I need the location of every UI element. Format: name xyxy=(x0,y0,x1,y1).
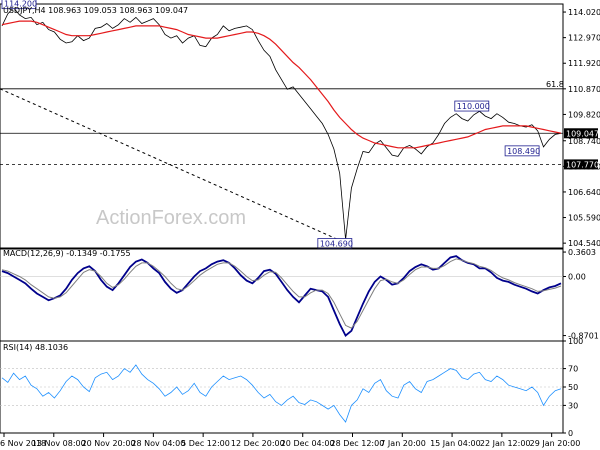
x-tick-label: 28 Dec 12:00 xyxy=(331,439,385,448)
rsi-tick-label: 30 xyxy=(568,401,578,410)
price-annotation-label: 108.490 xyxy=(507,147,540,156)
level-price-label: 107.770 xyxy=(566,160,599,169)
x-tick-label: 20 Nov 20:00 xyxy=(82,439,136,448)
x-tick-label: 15 Jan 04:00 xyxy=(430,439,481,448)
chart: 114.020112.970111.920110.870109.820108.7… xyxy=(0,0,600,450)
x-tick-label: 12 Dec 20:00 xyxy=(231,439,285,448)
price-tick-label: 109.820 xyxy=(568,110,600,119)
price-tick-label: 114.020 xyxy=(568,8,600,17)
rsi-tick-label: 0 xyxy=(568,429,573,438)
rsi-tick-label: 70 xyxy=(568,365,578,374)
x-tick-label: 22 Jan 12:00 xyxy=(480,439,531,448)
price-panel-header: USDJPY,H4 108.963 109.053 108.963 109.04… xyxy=(3,6,188,15)
macd-tick-label: 0.3603 xyxy=(568,248,596,257)
price-annotation-label: 110.000 xyxy=(457,102,490,111)
x-tick-label: 7 Jan 20:00 xyxy=(380,439,426,448)
price-tick-label: 105.590 xyxy=(568,214,600,223)
x-tick-label: 13 Nov 08:00 xyxy=(32,439,86,448)
watermark: ActionForex.com xyxy=(96,207,246,229)
x-tick-label: 20 Dec 04:00 xyxy=(281,439,335,448)
x-tick-label: 29 Jan 20:00 xyxy=(530,439,581,448)
price-tick-label: 106.640 xyxy=(568,188,600,197)
chart-background xyxy=(0,0,600,450)
macd-panel-header: MACD(12,26,9) -0.1349 -0.1755 xyxy=(3,249,131,258)
price-tick-label: 104.540 xyxy=(568,239,600,248)
rsi-tick-label: 50 xyxy=(568,383,578,392)
rsi-tick-label: 100 xyxy=(568,337,583,346)
rsi-panel-header: RSI(14) 48.1036 xyxy=(3,343,68,352)
price-tick-label: 111.920 xyxy=(568,59,600,68)
fibonacci-label: 61.8 xyxy=(546,80,564,89)
x-tick-label: 28 Nov 04:00 xyxy=(131,439,185,448)
price-tick-label: 112.970 xyxy=(568,34,600,43)
macd-tick-label: 0.00 xyxy=(568,273,586,282)
price-tick-label: 110.870 xyxy=(568,85,600,94)
x-tick-label: 5 Dec 12:00 xyxy=(181,439,230,448)
current-price-label: 109.047 xyxy=(566,129,599,138)
price-annotation-label: 104.690 xyxy=(320,239,353,248)
